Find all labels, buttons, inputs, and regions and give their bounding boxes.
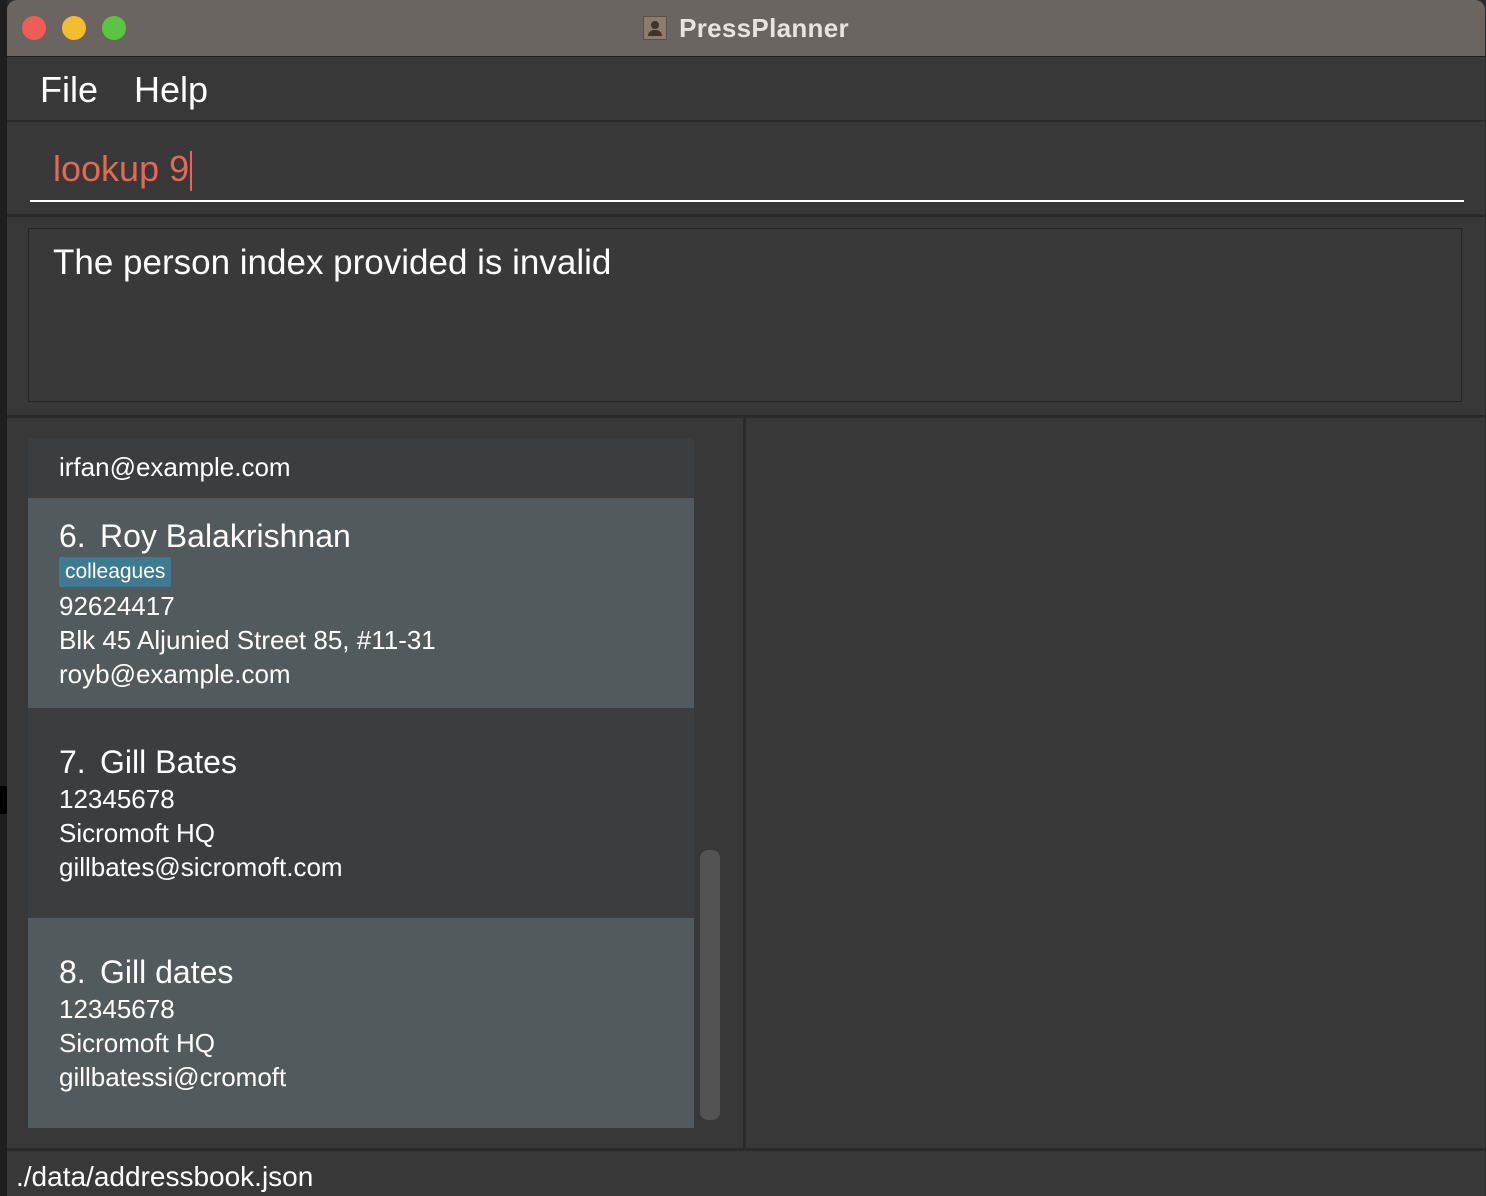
desktop-edge-mark bbox=[0, 786, 7, 814]
command-input[interactable]: lookup 9 bbox=[30, 136, 1464, 202]
menu-help[interactable]: Help bbox=[134, 69, 208, 111]
save-file-path: ./data/addressbook.json bbox=[16, 1161, 314, 1192]
person-email: irfan@example.com bbox=[59, 452, 291, 482]
person-card[interactable]: 6. Roy Balakrishnan colleagues 92624417 B… bbox=[28, 498, 694, 708]
person-tag: colleagues bbox=[59, 557, 172, 587]
person-card[interactable]: 8. Gill dates 12345678 Sicromoft HQ gillb… bbox=[28, 918, 694, 1128]
menu-bar: File Help bbox=[7, 57, 1485, 122]
desktop-edge bbox=[0, 0, 7, 1196]
person-phone: 12345678 bbox=[59, 994, 175, 1024]
person-name: Gill dates bbox=[100, 954, 234, 990]
status-bar: ./data/addressbook.json bbox=[7, 1148, 1485, 1196]
person-list[interactable]: irfan@example.com 6. Roy Balakrishnan col… bbox=[28, 438, 694, 1128]
title-wrap: PressPlanner bbox=[7, 12, 1485, 44]
person-name: Gill Bates bbox=[100, 744, 237, 780]
person-email: gillbates@sicromoft.com bbox=[59, 852, 343, 882]
app-window: PressPlanner File Help lookup 9 The pers… bbox=[7, 0, 1485, 1196]
person-list-panel: irfan@example.com 6. Roy Balakrishnan col… bbox=[7, 418, 746, 1148]
window-title: PressPlanner bbox=[679, 12, 849, 43]
person-index: 6. bbox=[59, 518, 86, 554]
person-index: 7. bbox=[59, 744, 86, 780]
person-email: royb@example.com bbox=[59, 659, 291, 689]
person-email: gillbatessi@cromoft bbox=[59, 1062, 287, 1092]
detail-panel bbox=[747, 418, 1485, 1148]
person-name-row: 6. Roy Balakrishnan bbox=[59, 516, 694, 556]
person-card[interactable]: 7. Gill Bates 12345678 Sicromoft HQ gillb… bbox=[28, 708, 694, 918]
result-box[interactable]: The person index provided is invalid bbox=[28, 228, 1462, 402]
person-address: Sicromoft HQ bbox=[59, 1028, 216, 1058]
command-input-text: lookup 9 bbox=[53, 148, 193, 192]
title-bar[interactable]: PressPlanner bbox=[7, 0, 1485, 57]
card-spacer bbox=[59, 438, 694, 446]
command-box: lookup 9 bbox=[7, 122, 1485, 217]
result-display: The person index provided is invalid bbox=[7, 217, 1485, 418]
person-address: Blk 45 Aljunied Street 85, #11-31 bbox=[59, 625, 436, 655]
tag-row: colleagues bbox=[59, 556, 694, 589]
person-card[interactable]: irfan@example.com bbox=[28, 438, 694, 498]
person-address: Sicromoft HQ bbox=[59, 818, 216, 848]
command-value: lookup 9 bbox=[53, 148, 190, 189]
menu-file[interactable]: File bbox=[40, 69, 98, 111]
text-caret bbox=[190, 151, 193, 192]
person-name: Roy Balakrishnan bbox=[100, 518, 351, 554]
app-icon bbox=[643, 16, 668, 40]
person-phone: 92624417 bbox=[59, 591, 175, 621]
list-scrollbar[interactable] bbox=[700, 850, 720, 1120]
result-message: The person index provided is invalid bbox=[53, 243, 612, 282]
person-phone: 12345678 bbox=[59, 784, 175, 814]
person-name-row: 8. Gill dates bbox=[59, 952, 694, 992]
person-name-row: 7. Gill Bates bbox=[59, 742, 694, 782]
person-index: 8. bbox=[59, 954, 86, 990]
